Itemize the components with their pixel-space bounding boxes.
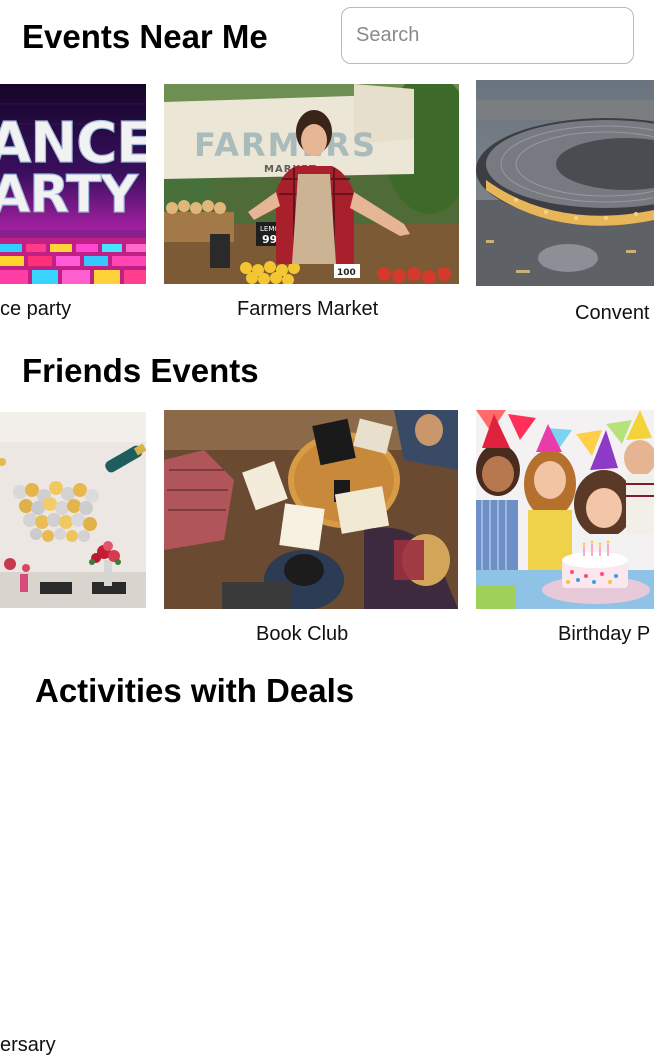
event-image-dance-party: ANCE ARTY (0, 84, 146, 284)
event-caption-farmers-market: Farmers Market (237, 298, 379, 320)
event-caption-dance-party: ce party (0, 298, 72, 320)
event-caption-birthday-party: Birthday P (558, 623, 651, 645)
event-image-farmers-market: FARMERS MARKET LEMON 99¢ 100 (164, 84, 459, 284)
event-image-convention (476, 80, 654, 286)
farmers-banner-text: FARMERS (194, 126, 377, 164)
section-title-events-near-me: Events Near Me (22, 18, 268, 55)
section-title-activities-with-deals: Activities with Deals (35, 672, 355, 709)
price-sign-text: 100 (337, 268, 356, 278)
event-image-book-club (164, 410, 458, 609)
event-image-birthday-party (476, 410, 654, 609)
event-caption-anniversary: ersary (0, 1034, 56, 1056)
section-title-friends-events: Friends Events (22, 352, 259, 389)
dance-party-image-text-2: ARTY (0, 165, 139, 225)
event-caption-convention: Convent (575, 302, 650, 324)
event-image-anniversary (0, 412, 146, 608)
search-input[interactable] (341, 7, 634, 64)
event-caption-book-club: Book Club (256, 623, 349, 645)
